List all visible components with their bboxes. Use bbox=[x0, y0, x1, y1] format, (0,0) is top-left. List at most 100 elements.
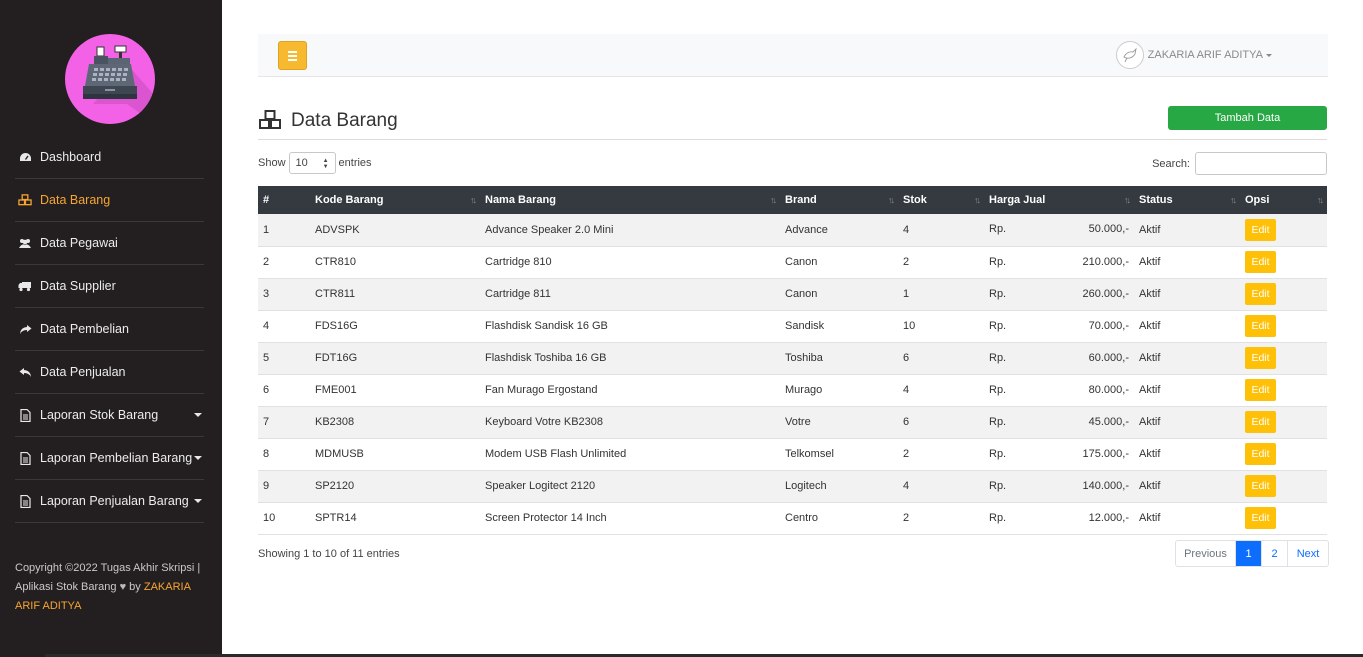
column-header-harga-jual[interactable]: Harga Jual ↑↓ bbox=[984, 186, 1134, 214]
add-data-button[interactable]: Tambah Data bbox=[1168, 106, 1327, 130]
pagination-next[interactable]: Next bbox=[1288, 541, 1328, 566]
cell-opsi: Edit bbox=[1240, 342, 1327, 374]
pagination-page-2[interactable]: 2 bbox=[1262, 541, 1288, 566]
cell-brand: Canon bbox=[785, 256, 818, 268]
column-header-opsi[interactable]: Opsi ↑↓ bbox=[1240, 186, 1327, 214]
cell-harga-jual: Rp. 70.000,- bbox=[989, 319, 1129, 332]
cell-harga-jual: Rp. 210.000,- bbox=[989, 255, 1129, 268]
sidebar-item-label: Laporan Pembelian Barang bbox=[40, 451, 193, 465]
file-icon bbox=[18, 451, 32, 465]
cell-status: Aktif bbox=[1139, 288, 1161, 300]
cell-status: Aktif bbox=[1139, 384, 1161, 396]
sidebar-toggle-button[interactable] bbox=[278, 41, 307, 70]
cell-nama-barang: Flashdisk Sandisk 16 GB bbox=[485, 320, 608, 332]
column-header-status[interactable]: Status ↑↓ bbox=[1134, 186, 1240, 214]
cell-opsi: Edit bbox=[1240, 438, 1327, 470]
edit-button[interactable]: Edit bbox=[1245, 218, 1276, 241]
edit-button[interactable]: Edit bbox=[1245, 475, 1276, 497]
sidebar-item-label: Data Penjualan bbox=[40, 365, 126, 379]
sidebar-item-data-penjualan[interactable]: Data Penjualan bbox=[15, 351, 204, 394]
table-row: 4 FDS16G Flashdisk Sandisk 16 GB Sandisk… bbox=[258, 310, 1327, 342]
sidebar-item-data-supplier[interactable]: Data Supplier bbox=[15, 265, 204, 308]
file-icon bbox=[18, 408, 32, 422]
edit-button[interactable]: Edit bbox=[1245, 315, 1276, 337]
column-header-kode-barang[interactable]: Kode Barang ↑↓ bbox=[310, 186, 480, 214]
sidebar-item-laporan-pembelian-barang[interactable]: Laporan Pembelian Barang bbox=[15, 437, 204, 480]
cell-kode-barang: FDS16G bbox=[315, 320, 358, 332]
sidebar: Dashboard Data Barang Data Pegawai Data … bbox=[0, 0, 222, 657]
search-label: Search: bbox=[1152, 157, 1190, 170]
cell-opsi: Edit bbox=[1240, 278, 1327, 310]
cell-opsi: Edit bbox=[1240, 502, 1327, 534]
chevron-down-icon bbox=[194, 499, 202, 503]
cell-brand: Logitech bbox=[785, 480, 827, 492]
sidebar-item-data-pembelian[interactable]: Data Pembelian bbox=[15, 308, 204, 351]
table-info: Showing 1 to 10 of 11 entries bbox=[258, 548, 400, 560]
cell-number: 9 bbox=[263, 480, 270, 492]
table-row: 3 CTR811 Cartridge 811 Canon 1 Rp. 260.00… bbox=[258, 278, 1327, 310]
cell-nama-barang: Fan Murago Ergostand bbox=[485, 384, 598, 396]
show-label: Show bbox=[258, 157, 286, 169]
sidebar-item-label: Data Supplier bbox=[40, 279, 116, 293]
cell-number: 7 bbox=[263, 416, 270, 428]
column-header-number[interactable]: # bbox=[258, 186, 310, 214]
cell-nama-barang: Screen Protector 14 Inch bbox=[485, 512, 607, 524]
cell-status: Aktif bbox=[1139, 448, 1161, 460]
copyright-by: by bbox=[129, 581, 141, 593]
cell-number: 8 bbox=[263, 448, 270, 460]
edit-button[interactable]: Edit bbox=[1245, 443, 1276, 465]
cell-stok: 4 bbox=[903, 223, 910, 236]
edit-button[interactable]: Edit bbox=[1245, 507, 1276, 529]
table-row: 6 FME001 Fan Murago Ergostand Murago 4 R… bbox=[258, 374, 1327, 406]
sidebar-item-laporan-penjualan-barang[interactable]: Laporan Penjualan Barang bbox=[15, 480, 204, 523]
cell-kode-barang: ADVSPK bbox=[315, 223, 360, 236]
table-row: 7 KB2308 Keyboard Votre KB2308 Votre 6 R… bbox=[258, 406, 1327, 438]
sidebar-item-data-pegawai[interactable]: Data Pegawai bbox=[15, 222, 204, 265]
column-header-nama-barang[interactable]: Nama Barang ↑↓ bbox=[480, 186, 780, 214]
chevron-down-icon bbox=[194, 456, 202, 460]
cubes-icon bbox=[18, 193, 32, 207]
entries-select[interactable]: 10 ▲ ▼ bbox=[288, 152, 336, 174]
file-icon bbox=[18, 494, 32, 508]
cell-kode-barang: CTR811 bbox=[315, 288, 356, 300]
sort-icon: ↑↓ bbox=[470, 195, 477, 205]
cell-harga-jual: Rp. 260.000,- bbox=[989, 287, 1129, 300]
avatar bbox=[1115, 41, 1144, 69]
cell-stok: 10 bbox=[903, 320, 916, 332]
sort-icon: ↑↓ bbox=[974, 195, 981, 205]
cell-nama-barang: Cartridge 811 bbox=[485, 288, 551, 300]
entries-length-control: Show 10 ▲ ▼ entries bbox=[258, 152, 372, 174]
sidebar-item-label: Laporan Stok Barang bbox=[40, 408, 159, 422]
column-header-stok[interactable]: Stok ↑↓ bbox=[898, 186, 984, 214]
edit-button[interactable]: Edit bbox=[1245, 411, 1276, 433]
cell-kode-barang: FME001 bbox=[315, 384, 357, 396]
cell-number: 2 bbox=[263, 256, 270, 268]
pagination-previous[interactable]: Previous bbox=[1176, 541, 1236, 566]
pagination-page-1[interactable]: 1 bbox=[1236, 541, 1262, 566]
user-menu[interactable]: ZAKARIA ARIF ADITYA bbox=[1115, 41, 1272, 69]
cell-number: 3 bbox=[263, 288, 270, 300]
edit-button[interactable]: Edit bbox=[1245, 379, 1276, 401]
edit-button[interactable]: Edit bbox=[1245, 283, 1276, 305]
top-navbar: ZAKARIA ARIF ADITYA bbox=[258, 34, 1328, 77]
sort-icon: ↑↓ bbox=[1317, 195, 1324, 205]
cell-number: 1 bbox=[263, 223, 270, 236]
cubes-icon bbox=[258, 110, 282, 132]
cell-stok: 2 bbox=[903, 448, 910, 460]
cell-harga-jual: Rp. 60.000,- bbox=[989, 351, 1129, 364]
table-row: 2 CTR810 Cartridge 810 Canon 2 Rp. 210.00… bbox=[258, 246, 1327, 278]
page-title-text: Data Barang bbox=[291, 110, 398, 131]
sidebar-item-dashboard[interactable]: Dashboard bbox=[15, 136, 204, 179]
cell-status: Aktif bbox=[1139, 320, 1161, 332]
sidebar-item-data-barang[interactable]: Data Barang bbox=[15, 179, 204, 222]
edit-button[interactable]: Edit bbox=[1245, 251, 1276, 273]
edit-button[interactable]: Edit bbox=[1245, 347, 1276, 369]
cell-nama-barang: Cartridge 810 bbox=[485, 256, 552, 268]
column-header-brand[interactable]: Brand ↑↓ bbox=[780, 186, 898, 214]
sort-icon: ↑↓ bbox=[770, 195, 777, 205]
cell-brand: Sandisk bbox=[785, 320, 825, 332]
sidebar-item-laporan-stok-barang[interactable]: Laporan Stok Barang bbox=[15, 394, 204, 437]
cell-status: Aktif bbox=[1139, 480, 1161, 492]
search-input[interactable] bbox=[1195, 152, 1327, 175]
cell-kode-barang: SPTR14 bbox=[315, 512, 357, 524]
